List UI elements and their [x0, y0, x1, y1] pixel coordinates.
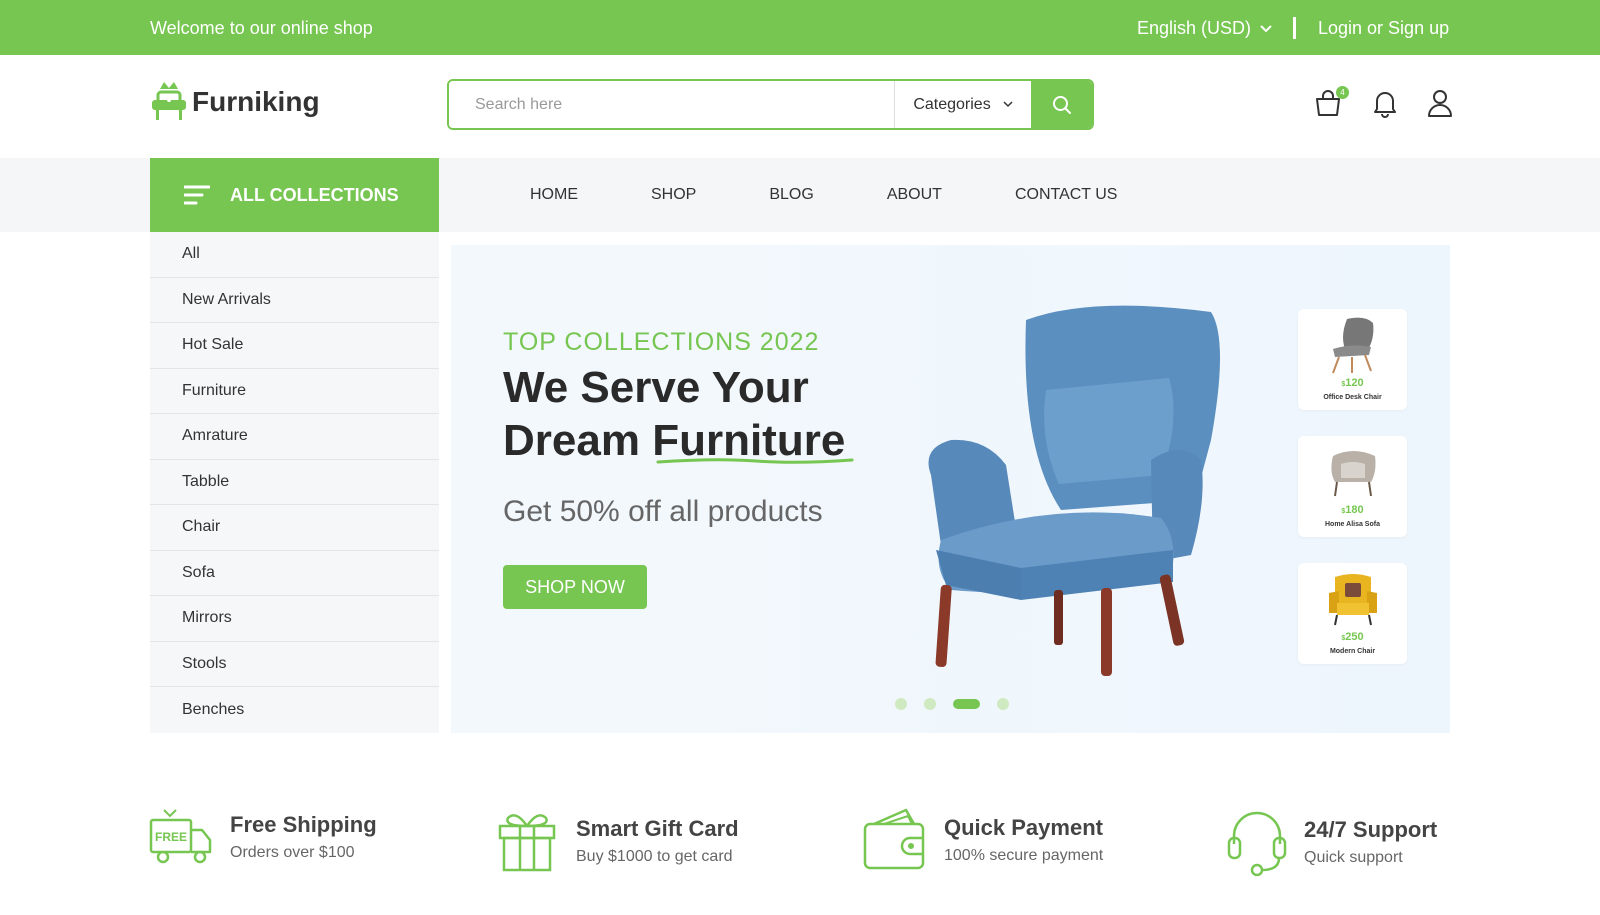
- office-chair-image: [1332, 317, 1374, 374]
- product-card-modern-chair[interactable]: $250 Modern Chair: [1298, 563, 1407, 664]
- sidebar-item-stools[interactable]: Stools: [150, 642, 439, 687]
- sidebar-item-sofa[interactable]: Sofa: [150, 551, 439, 596]
- sidebar-item-amrature[interactable]: Amrature: [150, 414, 439, 460]
- categories-dropdown[interactable]: Categories: [894, 81, 1031, 128]
- nav-blog[interactable]: BLOG: [769, 186, 813, 204]
- product-card-office-desk-chair[interactable]: $120 Office Desk Chair: [1298, 309, 1407, 410]
- bell-icon: [1374, 92, 1396, 118]
- armchair-image: [928, 305, 1220, 676]
- main-nav: HOME SHOP BLOG ABOUT CONTACT US: [530, 186, 1190, 204]
- language-label: English (USD): [1137, 18, 1252, 38]
- product-price: $120: [1341, 377, 1364, 389]
- feature-support: 24/7 Support Quick support: [1226, 808, 1437, 876]
- feature-title: Smart Gift Card: [576, 816, 739, 841]
- wallet-icon: [863, 808, 925, 870]
- all-collections-label: ALL COLLECTIONS: [230, 184, 399, 205]
- modern-chair-image: [1329, 574, 1377, 626]
- sidebar-item-hot-sale[interactable]: Hot Sale: [150, 323, 439, 369]
- cart-button[interactable]: 4: [1313, 86, 1349, 123]
- slider-dot-4[interactable]: [997, 698, 1009, 710]
- brush-underline-decoration: [656, 458, 854, 464]
- nav-contact[interactable]: CONTACT US: [1015, 186, 1118, 204]
- logo-text: Furniking: [192, 86, 320, 117]
- menu-lines-icon: [184, 185, 210, 205]
- topbar-divider: [1293, 17, 1296, 39]
- language-selector[interactable]: English (USD): [1137, 18, 1273, 39]
- login-link[interactable]: Login or Sign up: [1318, 18, 1449, 39]
- product-price: $250: [1341, 631, 1364, 643]
- sidebar-item-benches[interactable]: Benches: [150, 687, 439, 733]
- feature-title: Free Shipping: [230, 812, 377, 837]
- slider-dot-3-active[interactable]: [953, 699, 980, 709]
- search-icon: [1052, 95, 1071, 114]
- all-collections-button[interactable]: ALL COLLECTIONS: [150, 158, 439, 232]
- hero-banner: TOP COLLECTIONS 2022 We Serve Your Dream…: [451, 245, 1450, 733]
- hero-eyebrow: TOP COLLECTIONS 2022: [503, 328, 820, 356]
- nav-about[interactable]: ABOUT: [887, 186, 942, 204]
- hero-title-line2a: Dream: [503, 416, 653, 465]
- feature-subtitle: 100% secure payment: [944, 847, 1104, 864]
- sidebar-item-furniture[interactable]: Furniture: [150, 369, 439, 414]
- shop-now-button[interactable]: SHOP NOW: [503, 565, 647, 609]
- chevron-down-icon: [1260, 24, 1272, 32]
- feature-title: 24/7 Support: [1304, 817, 1438, 842]
- feature-quick-payment: Quick Payment 100% secure payment: [862, 808, 1103, 872]
- product-name: Home Alisa Sofa: [1325, 521, 1380, 528]
- search-button[interactable]: [1031, 81, 1092, 128]
- nav-home[interactable]: HOME: [530, 186, 578, 204]
- collections-sidebar: All New Arrivals Hot Sale Furniture Amra…: [150, 232, 439, 733]
- search-input[interactable]: [449, 81, 894, 128]
- top-bar: Welcome to our online shop English (USD)…: [0, 0, 1600, 55]
- free-badge-text: FREE: [155, 830, 187, 844]
- notification-button[interactable]: [1371, 88, 1399, 123]
- welcome-text: Welcome to our online shop: [150, 18, 373, 38]
- user-icon: [1428, 90, 1452, 117]
- gift-icon: [498, 814, 556, 872]
- hero-title-line1: We Serve Your: [503, 363, 809, 412]
- header-actions: 4: [1313, 86, 1453, 123]
- product-name: Modern Chair: [1329, 648, 1376, 655]
- sofa-chair-image: [1331, 451, 1376, 497]
- hero-subtitle: Get 50% off all products: [503, 495, 823, 528]
- feature-title: Quick Payment: [944, 815, 1103, 840]
- chevron-down-icon: [1003, 101, 1013, 108]
- slider-dot-2[interactable]: [924, 698, 936, 710]
- free-shipping-truck-icon: FREE: [149, 809, 212, 864]
- sidebar-item-new-arrivals[interactable]: New Arrivals: [150, 278, 439, 323]
- sidebar-item-chair[interactable]: Chair: [150, 505, 439, 551]
- product-card-home-alisa-sofa[interactable]: $180 Home Alisa Sofa: [1298, 436, 1407, 537]
- search-bar: Categories: [447, 79, 1094, 130]
- sidebar-item-all[interactable]: All: [150, 232, 439, 278]
- categories-label: Categories: [913, 95, 991, 113]
- cart-count-badge: 4: [1336, 86, 1349, 99]
- nav-shop[interactable]: SHOP: [651, 186, 696, 204]
- slider-dot-1[interactable]: [895, 698, 907, 710]
- feature-smart-gift-card: Smart Gift Card Buy $1000 to get card: [494, 808, 739, 874]
- hero-title: We Serve Your Dream Furniture: [503, 361, 845, 467]
- feature-subtitle: Quick support: [1304, 849, 1403, 866]
- feature-subtitle: Orders over $100: [230, 844, 355, 861]
- account-button[interactable]: [1427, 88, 1453, 123]
- feature-free-shipping: FREE Free Shipping Orders over $100: [148, 808, 377, 866]
- headset-icon: [1227, 811, 1287, 876]
- product-name: Office Desk Chair: [1323, 394, 1382, 401]
- feature-subtitle: Buy $1000 to get card: [576, 848, 733, 865]
- crown-chair-logo-icon: [152, 82, 186, 120]
- product-price: $180: [1341, 504, 1364, 516]
- sidebar-item-tabble[interactable]: Tabble: [150, 460, 439, 505]
- logo[interactable]: Furniking: [150, 80, 320, 124]
- sidebar-item-mirrors[interactable]: Mirrors: [150, 596, 439, 642]
- slider-dots: [895, 698, 1009, 710]
